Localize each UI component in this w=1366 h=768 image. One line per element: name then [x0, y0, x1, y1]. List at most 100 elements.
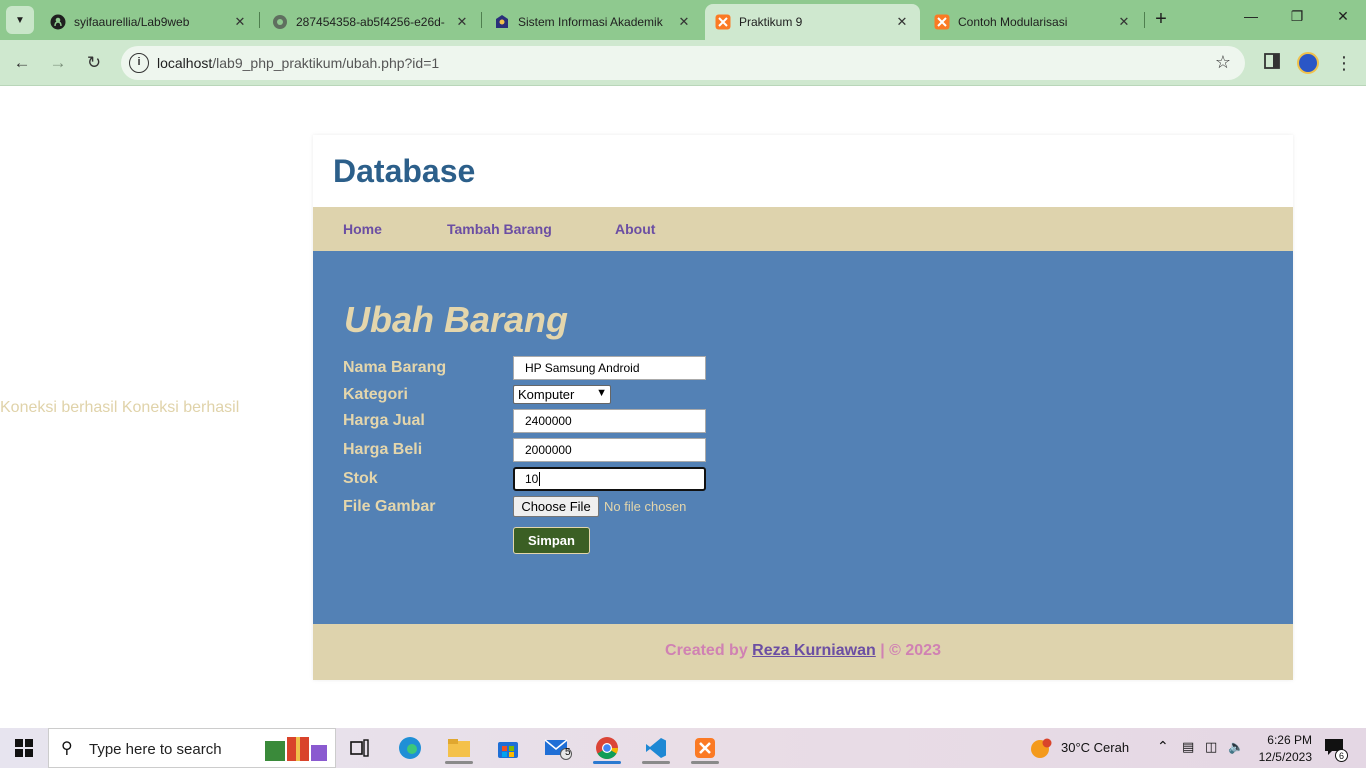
- tab-siakad[interactable]: Sistem Informasi Akademik ✕: [484, 4, 702, 40]
- xampp-taskbar-icon[interactable]: [685, 732, 725, 764]
- site-title: Database: [333, 153, 476, 189]
- browser-toolbar: ← → ↻ i localhost/lab9_php_praktikum/uba…: [0, 40, 1366, 86]
- nama-barang-input[interactable]: HP Samsung Android: [513, 356, 706, 380]
- site-footer: Created by Reza Kurniawan | © 2023: [313, 624, 1293, 680]
- weather-text[interactable]: 30°C Cerah: [1061, 740, 1129, 755]
- tab-divider: [259, 12, 260, 28]
- search-highlight-gifts-icon: [263, 735, 329, 768]
- close-icon[interactable]: ✕: [232, 14, 248, 30]
- chevron-up-icon[interactable]: ⌃: [1157, 738, 1169, 755]
- harga-beli-input[interactable]: 2000000: [513, 438, 706, 462]
- xampp-icon: [934, 14, 950, 30]
- clock-time: 6:26 PM: [1267, 733, 1312, 747]
- tab-image[interactable]: 287454358-ab5f4256-e26d- ✕: [262, 4, 480, 40]
- xampp-icon: [715, 14, 731, 30]
- url-text[interactable]: localhost/lab9_php_praktikum/ubah.php?id…: [157, 55, 439, 71]
- edge-browser-icon[interactable]: [390, 732, 430, 764]
- tab-github[interactable]: syifaaurellia/Lab9web ✕: [40, 4, 258, 40]
- nav-tambah-barang-link[interactable]: Tambah Barang: [447, 221, 552, 237]
- close-window-icon[interactable]: ✕: [1320, 8, 1366, 32]
- back-arrow-icon[interactable]: ←: [9, 50, 35, 76]
- page-container: Database Home Tambah Barang About Ubah B…: [313, 135, 1293, 680]
- close-icon[interactable]: ✕: [1116, 14, 1132, 30]
- file-status-text: No file chosen: [604, 499, 687, 514]
- text-cursor: [539, 472, 541, 486]
- tab-title: syifaaurellia/Lab9web: [74, 15, 190, 29]
- side-panel-icon[interactable]: [1260, 52, 1284, 76]
- author-link[interactable]: Reza Kurniawan: [752, 642, 876, 659]
- tab-praktikum-9[interactable]: Praktikum 9 ✕: [705, 4, 920, 40]
- volume-icon[interactable]: 🔈: [1228, 739, 1244, 755]
- main-content: Ubah Barang Nama Barang HP Samsung Andro…: [313, 251, 1293, 624]
- active-indicator: [593, 761, 621, 764]
- kebab-menu-icon[interactable]: ⋮: [1332, 52, 1356, 76]
- tab-title: Contoh Modularisasi: [958, 15, 1068, 29]
- windows-start-icon[interactable]: [4, 732, 44, 764]
- profile-avatar[interactable]: [1297, 52, 1319, 74]
- restore-icon[interactable]: ❐: [1274, 8, 1320, 32]
- file-gambar-label: File Gambar: [343, 498, 436, 515]
- mail-badge-count: 5: [565, 747, 571, 758]
- task-view-icon[interactable]: [340, 732, 380, 764]
- tab-title: Praktikum 9: [739, 15, 803, 29]
- github-icon: [50, 14, 66, 30]
- nav-home-link[interactable]: Home: [343, 221, 382, 237]
- nav-about-link[interactable]: About: [615, 221, 655, 237]
- forward-arrow-icon[interactable]: →: [45, 50, 71, 76]
- tab-divider: [481, 12, 482, 28]
- weather-sun-icon[interactable]: [1030, 738, 1052, 765]
- site-info-icon[interactable]: i: [129, 53, 149, 73]
- close-icon[interactable]: ✕: [454, 14, 470, 30]
- chevron-down-icon: ▼: [596, 387, 607, 399]
- footer-prefix: Created by: [665, 642, 748, 659]
- main-nav: Home Tambah Barang About: [313, 207, 1293, 251]
- nama-barang-label: Nama Barang: [343, 359, 447, 376]
- chrome-icon[interactable]: [587, 732, 627, 764]
- tab-title: 287454358-ab5f4256-e26d-: [296, 15, 445, 29]
- search-placeholder: Type here to search: [89, 741, 222, 758]
- close-icon[interactable]: ✕: [676, 14, 692, 30]
- running-indicator: [691, 761, 719, 764]
- running-indicator: [642, 761, 670, 764]
- microsoft-store-icon[interactable]: [488, 732, 528, 764]
- kategori-label: Kategori: [343, 386, 408, 403]
- university-logo-icon: [494, 14, 510, 30]
- stok-input[interactable]: 10: [513, 467, 706, 491]
- notification-badge: 6: [1335, 749, 1348, 762]
- running-indicator: [445, 761, 473, 764]
- chevron-down-icon: ▼: [15, 14, 25, 26]
- vscode-icon[interactable]: [636, 732, 676, 764]
- new-tab-plus-icon[interactable]: +: [1150, 9, 1172, 31]
- reload-icon[interactable]: ↻: [81, 50, 107, 76]
- tab-search-button[interactable]: ▼: [6, 6, 34, 34]
- form-title: Ubah Barang: [344, 299, 569, 340]
- network-icon[interactable]: ◫: [1205, 739, 1217, 755]
- windows-taskbar: ⚲ Type here to search 5 30°C Cerah ⌃ ▤ ◫: [0, 728, 1366, 768]
- taskbar-search-box[interactable]: ⚲ Type here to search: [48, 728, 336, 768]
- tab-divider: [1144, 12, 1145, 28]
- site-header: Database: [313, 135, 1293, 207]
- minimize-icon[interactable]: —: [1228, 8, 1274, 32]
- tab-title: Sistem Informasi Akademik: [518, 15, 663, 29]
- address-bar[interactable]: i localhost/lab9_php_praktikum/ubah.php?…: [121, 46, 1245, 80]
- stok-value: 10: [525, 472, 539, 486]
- browser-tab-bar: ▼ syifaaurellia/Lab9web ✕ 287454358-ab5f…: [0, 0, 1366, 40]
- simpan-button[interactable]: Simpan: [513, 527, 590, 554]
- meet-now-icon[interactable]: ▤: [1182, 739, 1194, 755]
- mail-icon[interactable]: 5: [538, 732, 578, 764]
- taskbar-clock[interactable]: 6:26 PM 12/5/2023: [1250, 732, 1312, 766]
- file-explorer-icon[interactable]: [439, 732, 479, 764]
- stok-label: Stok: [343, 470, 378, 487]
- clock-date: 12/5/2023: [1258, 750, 1312, 764]
- harga-beli-label: Harga Beli: [343, 441, 423, 458]
- close-icon[interactable]: ✕: [894, 14, 910, 30]
- harga-jual-input[interactable]: 2400000: [513, 409, 706, 433]
- choose-file-button[interactable]: Choose File: [513, 496, 599, 517]
- kategori-selected-value: Komputer: [518, 387, 575, 402]
- kategori-select[interactable]: Komputer ▼: [513, 385, 611, 404]
- footer-copyright: | © 2023: [880, 642, 941, 659]
- search-icon: ⚲: [61, 740, 73, 757]
- tab-modularisasi[interactable]: Contoh Modularisasi ✕: [924, 4, 1142, 40]
- harga-jual-label: Harga Jual: [343, 412, 425, 429]
- bookmark-star-icon[interactable]: ☆: [1215, 52, 1231, 73]
